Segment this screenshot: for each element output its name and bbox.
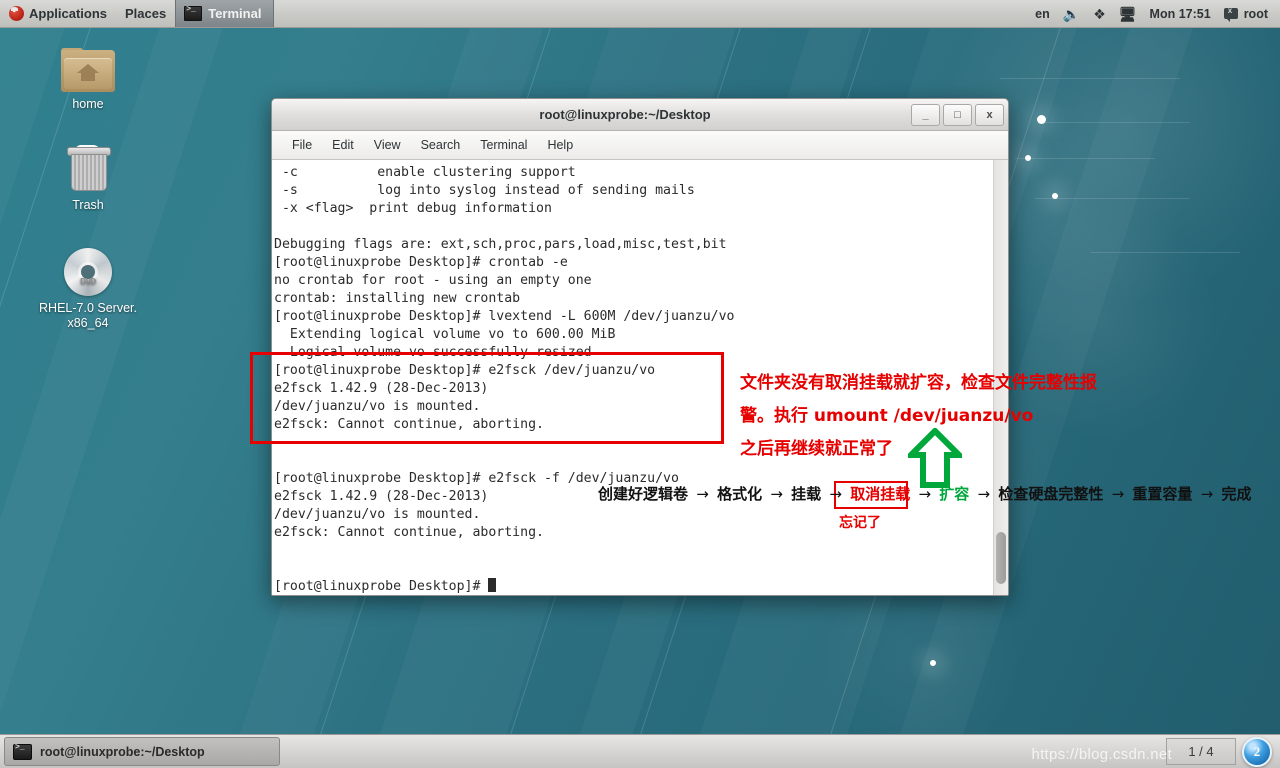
annotation-note-line1: 文件夹没有取消挂载就扩容，检查文件完整性报 — [740, 373, 1097, 393]
taskbar-window-terminal[interactable]: root@linuxprobe:~/Desktop — [4, 737, 280, 766]
flow-step-4: 取消挂载 — [850, 485, 911, 503]
flow-arrow-icon: → — [1111, 485, 1125, 503]
applications-menu-label: Applications — [29, 6, 108, 21]
bottom-panel: root@linuxprobe:~/Desktop 1 / 4 2 — [0, 734, 1280, 768]
flow-step-8: 完成 — [1221, 485, 1252, 503]
annotation-flow-note: 忘记了 — [839, 515, 881, 531]
workspace-orb-icon[interactable]: 2 — [1242, 736, 1272, 767]
terminal-line: e2fsck: Cannot continue, aborting. — [274, 525, 544, 540]
places-menu[interactable]: Places — [116, 0, 175, 27]
flow-arrow-icon: → — [696, 485, 709, 503]
flow-step-1: 创建好逻辑卷 — [598, 485, 689, 503]
desktop-screen: Applications Places Terminal en 🔈 ❖ 🖥 Mo… — [0, 0, 1280, 768]
desktop-icon-rhel-dvd-label: RHEL-7.0 Server. — [39, 301, 137, 315]
menu-terminal[interactable]: Terminal — [470, 131, 537, 159]
annotation-note-line2: 警。执行 umount /dev/juanzu/vo — [740, 406, 1034, 426]
home-folder-icon — [61, 48, 115, 92]
places-menu-label: Places — [125, 6, 167, 21]
terminal-line: -s log into syslog instead of sending ma… — [274, 183, 695, 198]
menu-help[interactable]: Help — [537, 131, 583, 159]
terminal-line: /dev/juanzu/vo is mounted. — [274, 507, 481, 522]
keyboard-layout-indicator[interactable]: en — [1035, 7, 1050, 21]
terminal-icon — [184, 5, 203, 21]
terminal-cursor — [488, 578, 497, 592]
minimize-button[interactable]: _ — [911, 103, 940, 126]
taskbar-window-terminal-label: root@linuxprobe:~/Desktop — [40, 744, 205, 759]
flow-arrow-icon: → — [1200, 485, 1214, 503]
clock[interactable]: Mon 17:51 — [1150, 7, 1211, 21]
maximize-button[interactable]: □ — [943, 103, 972, 126]
terminal-window[interactable]: root@linuxprobe:~/Desktop _ □ x File Edi… — [271, 98, 1009, 596]
terminal-icon — [13, 743, 32, 760]
dvd-disc-icon: DVD — [64, 248, 112, 296]
flow-step-7: 重置容量 — [1132, 485, 1193, 503]
applications-menu[interactable]: Applications — [0, 0, 116, 27]
terminal-line: [root@linuxprobe Desktop]# — [274, 578, 993, 595]
terminal-line: -c enable clustering support — [274, 165, 576, 180]
desktop-icon-trash[interactable]: Trash — [28, 145, 148, 213]
system-tray: en 🔈 ❖ 🖥 Mon 17:51 root — [1035, 6, 1280, 22]
menu-edit[interactable]: Edit — [322, 131, 364, 159]
menu-search[interactable]: Search — [411, 131, 471, 159]
terminal-menubar: File Edit View Search Terminal Help — [272, 131, 1008, 160]
network-disconnected-icon[interactable]: 🖥 — [1119, 7, 1137, 21]
bluetooth-icon[interactable]: ❖ — [1093, 7, 1106, 21]
close-button[interactable]: x — [975, 103, 1004, 126]
terminal-title: root@linuxprobe:~/Desktop — [539, 107, 711, 122]
flow-arrow-icon: → — [829, 485, 842, 503]
terminal-line: -x <flag> print debug information — [274, 201, 552, 216]
terminal-line: crontab: installing new crontab — [274, 291, 521, 306]
redhat-logo-icon — [9, 6, 24, 21]
terminal-titlebar[interactable]: root@linuxprobe:~/Desktop _ □ x — [272, 99, 1008, 131]
flow-step-6: 检查硬盘完整性 — [998, 485, 1104, 503]
desktop-icon-rhel-dvd-label2: x86_64 — [67, 316, 109, 330]
message-icon — [1223, 6, 1238, 22]
workspace-switcher[interactable]: 1 / 4 — [1166, 738, 1236, 765]
user-menu-label: root — [1243, 6, 1268, 21]
window-list-terminal-label: Terminal — [208, 6, 262, 21]
terminal-line: Extending logical volume vo to 600.00 Mi… — [274, 327, 616, 342]
window-list-terminal[interactable]: Terminal — [175, 0, 275, 27]
user-menu[interactable]: root — [1223, 6, 1268, 22]
terminal-line: [root@linuxprobe Desktop]# lvextend -L 6… — [274, 309, 735, 324]
trash-icon — [65, 145, 111, 193]
terminal-line: [root@linuxprobe Desktop]# crontab -e — [274, 255, 568, 270]
scrollbar-thumb[interactable] — [996, 532, 1006, 584]
volume-icon[interactable]: 🔈 — [1063, 7, 1080, 21]
flow-step-2: 格式化 — [717, 485, 763, 503]
flow-arrow-icon: → — [770, 485, 783, 503]
menu-view[interactable]: View — [364, 131, 411, 159]
flow-arrow-icon: → — [977, 485, 991, 503]
flow-step-3: 挂载 — [791, 485, 822, 503]
top-panel: Applications Places Terminal en 🔈 ❖ 🖥 Mo… — [0, 0, 1280, 28]
menu-file[interactable]: File — [282, 131, 322, 159]
annotation-note-line3: 之后再继续就正常了 — [740, 439, 893, 459]
terminal-line: Debugging flags are: ext,sch,proc,pars,l… — [274, 237, 727, 252]
window-controls: _ □ x — [908, 103, 1008, 126]
desktop-icon-home[interactable]: home — [28, 48, 148, 112]
desktop-icon-trash-label: Trash — [72, 198, 104, 212]
terminal-line: Logical volume vo successfully resized — [274, 345, 592, 360]
terminal-line: no crontab for root - using an empty one — [274, 273, 592, 288]
desktop-icon-home-label: home — [72, 97, 104, 111]
green-up-arrow-icon — [908, 428, 962, 488]
desktop-icon-rhel-dvd[interactable]: DVD RHEL-7.0 Server. x86_64 — [28, 248, 148, 331]
